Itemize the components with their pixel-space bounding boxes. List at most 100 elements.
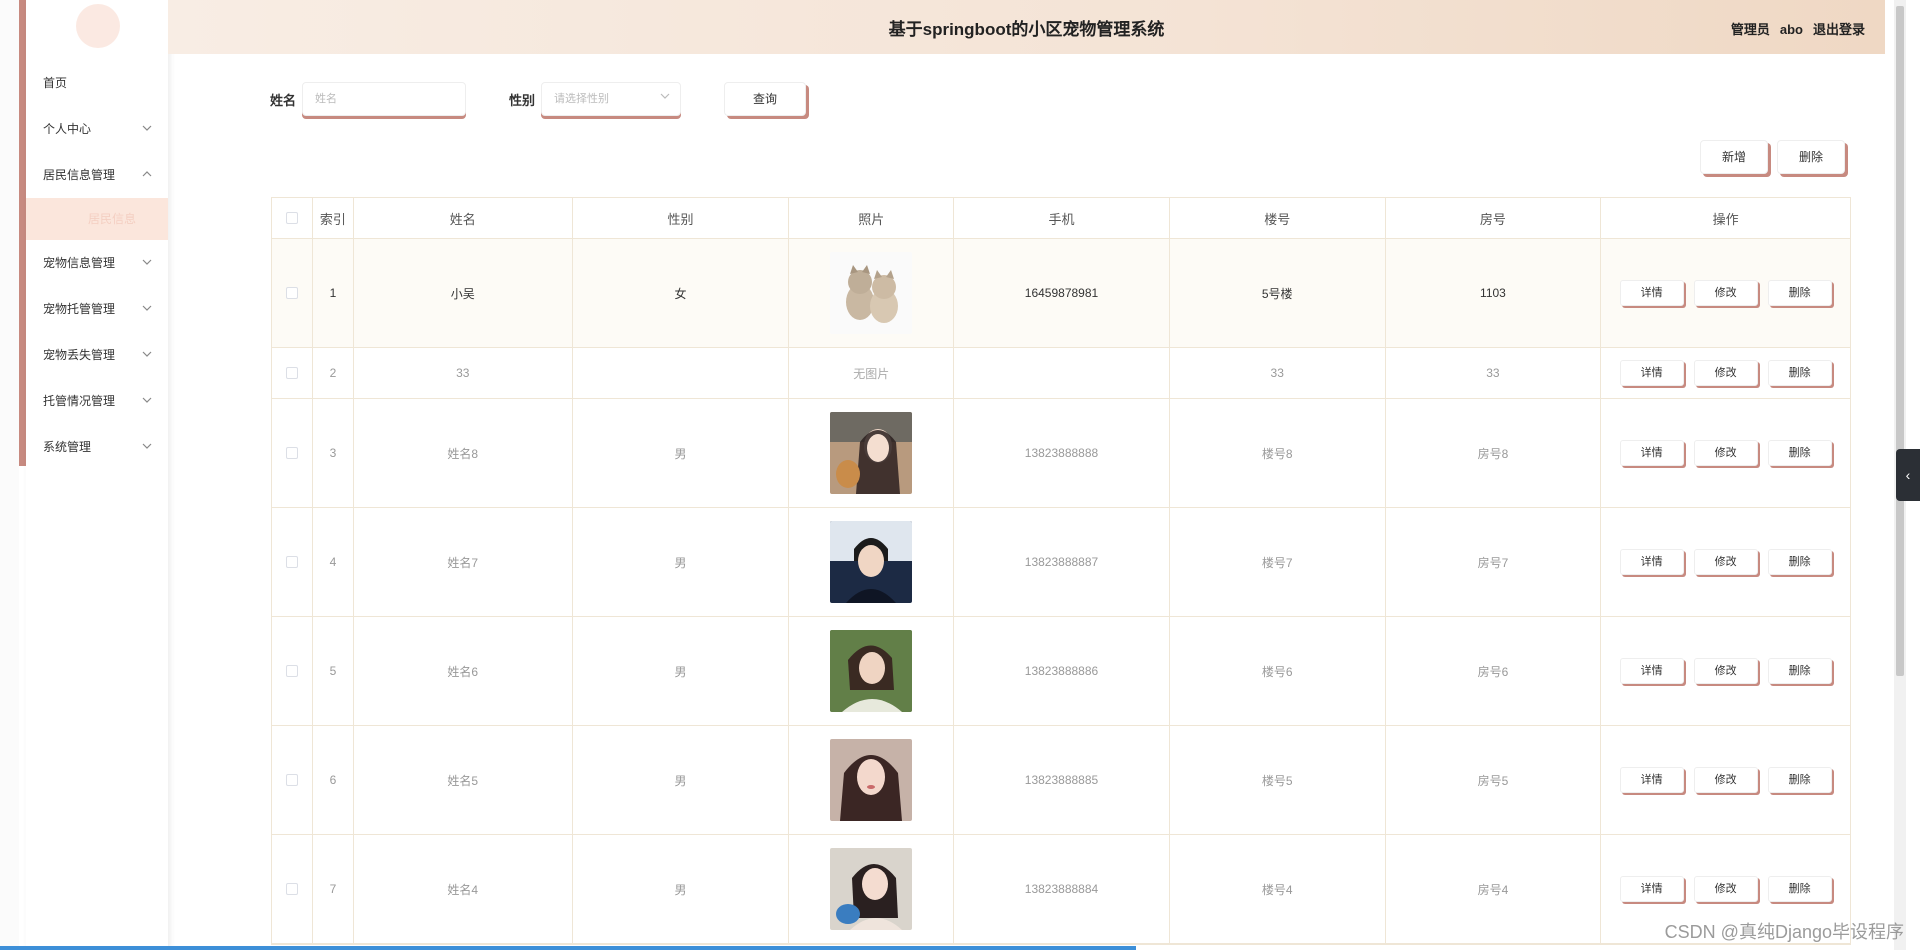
resident-table: 索引 姓名 性别 照片 手机 楼号 房号 操作 1 小吴 女 164598789… <box>271 197 1851 945</box>
name-cell: 姓名5 <box>354 726 573 834</box>
edit-button[interactable]: 修改 <box>1693 360 1758 386</box>
phone-cell: 13823888885 <box>954 726 1170 834</box>
detail-button[interactable]: 详情 <box>1619 658 1684 684</box>
name-cell: 姓名8 <box>354 399 573 507</box>
logout-link[interactable]: 退出登录 <box>1813 22 1865 37</box>
query-button[interactable]: 查询 <box>724 82 806 116</box>
operations-cell: 详情 修改 删除 <box>1601 617 1850 725</box>
name-search-input[interactable]: 姓名 <box>302 82 466 116</box>
delete-button[interactable]: 删除 <box>1767 876 1832 902</box>
sidebar-item-resident-management[interactable]: 居民信息管理 <box>26 152 168 198</box>
sidebar-item-home[interactable]: 首页 <box>26 60 168 106</box>
delete-button[interactable]: 删除 <box>1767 549 1832 575</box>
edit-button[interactable]: 修改 <box>1693 658 1758 684</box>
detail-button[interactable]: 详情 <box>1619 360 1684 386</box>
table-row: 7 姓名4 男 13823888884 楼号4 房号4 详情 修改 删除 <box>272 835 1850 944</box>
chevron-down-icon <box>142 106 152 152</box>
sidebar-subitem-resident-info[interactable]: 居民信息 <box>26 198 168 240</box>
row-checkbox[interactable] <box>285 883 298 895</box>
building-cell: 楼号8 <box>1170 399 1386 507</box>
row-checkbox-cell <box>272 508 313 616</box>
phone-cell: 13823888886 <box>954 617 1170 725</box>
delete-button[interactable]: 删除 <box>1767 658 1832 684</box>
sidebar-item-boarding-status-management[interactable]: 托管情况管理 <box>26 378 168 424</box>
column-header: 房号 <box>1386 198 1602 238</box>
bulk-delete-button[interactable]: 删除 <box>1777 140 1845 174</box>
photo-cell <box>789 617 955 725</box>
sex-select-placeholder: 请选择性别 <box>554 93 609 105</box>
table-row: 5 姓名6 男 13823888886 楼号6 房号6 详情 修改 删除 <box>272 617 1850 726</box>
delete-button[interactable]: 删除 <box>1767 280 1832 306</box>
column-header: 操作 <box>1712 211 1739 227</box>
sidebar-item-pet-lost-management[interactable]: 宠物丢失管理 <box>26 332 168 378</box>
edit-button[interactable]: 修改 <box>1693 876 1758 902</box>
room-cell: 1103 <box>1386 239 1602 347</box>
edit-button[interactable]: 修改 <box>1693 280 1758 306</box>
operations-cell: 详情 修改 删除 <box>1601 239 1850 347</box>
table-row: 1 小吴 女 16459878981 5号楼 1103 详情 修改 删除 <box>272 239 1850 348</box>
portrait-photo <box>830 630 913 712</box>
detail-button[interactable]: 详情 <box>1619 440 1684 466</box>
building-cell: 5号楼 <box>1170 239 1386 347</box>
room-cell: 房号6 <box>1386 617 1602 725</box>
row-checkbox[interactable] <box>285 556 298 568</box>
index-cell: 3 <box>313 399 354 507</box>
row-checkbox[interactable] <box>285 774 298 786</box>
detail-button[interactable]: 详情 <box>1619 280 1684 306</box>
sex-select[interactable]: 请选择性别 <box>541 82 681 116</box>
chevron-up-icon <box>142 152 152 198</box>
delete-button[interactable]: 删除 <box>1767 767 1832 793</box>
edit-button[interactable]: 修改 <box>1693 440 1758 466</box>
select-all-checkbox[interactable] <box>285 212 298 224</box>
sidebar-item-system-management[interactable]: 系统管理 <box>26 424 168 470</box>
phone-cell <box>954 348 1170 398</box>
chevron-down-icon <box>142 240 152 286</box>
sidebar-item-pet-boarding-management[interactable]: 宠物托管管理 <box>26 286 168 332</box>
row-checkbox-cell <box>272 348 313 398</box>
column-header: 性别 <box>573 198 790 238</box>
row-checkbox[interactable] <box>285 665 298 677</box>
chevron-left-icon[interactable]: ‹ <box>1896 449 1920 501</box>
portrait-photo <box>830 521 913 603</box>
column-header: 照片 <box>789 198 955 238</box>
detail-button[interactable]: 详情 <box>1619 876 1684 902</box>
sidebar-item-label: 宠物信息管理 <box>43 256 116 270</box>
row-checkbox[interactable] <box>285 287 298 299</box>
delete-button[interactable]: 删除 <box>1767 360 1832 386</box>
edit-button[interactable]: 修改 <box>1693 767 1758 793</box>
row-checkbox[interactable] <box>285 367 298 379</box>
phone-cell: 16459878981 <box>954 239 1170 347</box>
user-role: 管理员 <box>1730 22 1770 37</box>
phone-cell: 13823888884 <box>954 835 1170 943</box>
watermark-text: CSDN @真纯Django毕设程序 <box>1664 922 1904 942</box>
add-button[interactable]: 新增 <box>1700 140 1768 174</box>
sidebar-item-pet-info-management[interactable]: 宠物信息管理 <box>26 240 168 286</box>
detail-button[interactable]: 详情 <box>1619 767 1684 793</box>
index-cell: 5 <box>313 617 354 725</box>
building-cell: 楼号7 <box>1170 508 1386 616</box>
detail-button[interactable]: 详情 <box>1619 549 1684 575</box>
sex-cell: 男 <box>573 399 790 507</box>
delete-button[interactable]: 删除 <box>1767 440 1832 466</box>
name-cell: 姓名6 <box>354 617 573 725</box>
chevron-down-icon <box>142 286 152 332</box>
sidebar-item-personal-center[interactable]: 个人中心 <box>26 106 168 152</box>
avatar <box>76 4 120 48</box>
chevron-down-icon <box>142 332 152 378</box>
horizontal-scrollbar[interactable] <box>0 946 1136 950</box>
portrait-photo <box>830 848 913 930</box>
sidebar-item-label: 托管情况管理 <box>43 394 116 408</box>
column-header: 楼号 <box>1170 198 1386 238</box>
scrollbar-thumb[interactable] <box>1896 6 1904 676</box>
sidebar: 首页 个人中心 居民信息管理 居民信息 宠物信息管理 宠物托管管理 宠物丢失管理… <box>26 0 168 950</box>
chevron-down-icon <box>142 378 152 424</box>
edit-button[interactable]: 修改 <box>1693 549 1758 575</box>
photo-cell <box>789 239 955 347</box>
name-filter-label: 姓名 <box>270 93 297 108</box>
building-cell: 楼号5 <box>1170 726 1386 834</box>
row-checkbox[interactable] <box>285 447 298 459</box>
top-header: 基于springboot的小区宠物管理系统 管理员 abo 退出登录 <box>168 0 1885 54</box>
index-cell: 2 <box>313 348 354 398</box>
sidebar-item-label: 居民信息管理 <box>43 168 116 182</box>
chevron-down-icon <box>142 424 152 470</box>
